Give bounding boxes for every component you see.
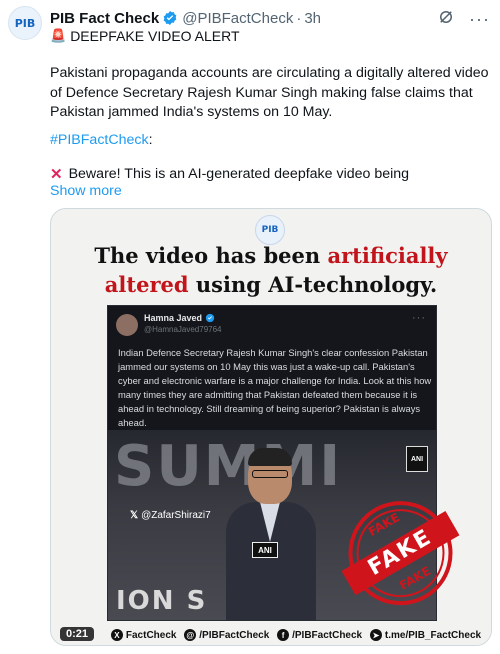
author-name[interactable]: PIB Fact Check	[50, 10, 159, 27]
headline-red-altered: altered	[104, 272, 189, 297]
beware-line: ✕ Beware! This is an AI-generated deepfa…	[50, 165, 409, 183]
speaker-figure	[226, 448, 316, 620]
footer-telegram-label: t.me/PIB_FactCheck	[384, 629, 482, 641]
header-actions: ···	[437, 8, 490, 30]
speaker-hair	[248, 448, 292, 466]
separator-dot: ·	[296, 9, 302, 27]
telegram-icon: ➤	[369, 629, 382, 641]
hashtag-line: #PIBFactCheck:	[50, 132, 153, 148]
x-icon: X	[110, 629, 123, 641]
ani-logo-badge: ANI	[406, 446, 428, 472]
author-handle[interactable]: @PIBFactCheck	[182, 10, 293, 27]
footer-x: X FactCheck	[110, 629, 177, 641]
stage-bottom-text: ION S	[116, 586, 208, 616]
hashtag-colon: :	[148, 132, 153, 148]
show-more-link[interactable]: Show more	[50, 183, 122, 199]
footer-threads: @ /PIBFactCheck	[184, 629, 269, 641]
media-headline: The video has been artificially altered …	[61, 241, 481, 299]
video-media[interactable]: PIB The video has been artificially alte…	[50, 208, 492, 646]
grok-icon[interactable]	[437, 8, 455, 30]
author-avatar[interactable]: PIB	[8, 6, 42, 40]
embedded-post-text: Indian Defence Secretary Rajesh Kumar Si…	[118, 347, 432, 428]
headline-red-artificially: artificially	[327, 243, 448, 268]
footer-facebook: f /PIBFactCheck	[277, 629, 362, 641]
video-timestamp[interactable]: 0:21	[60, 627, 95, 641]
cross-mark-icon: ✕	[50, 166, 63, 183]
siren-icon: 🚨	[50, 28, 67, 43]
media-footer-bar: X FactCheck @ /PIBFactCheck f /PIBFactCh…	[51, 625, 491, 645]
headline-part1: The video has been	[94, 243, 328, 268]
alert-text: DEEPFAKE VIDEO ALERT	[70, 28, 240, 44]
watermark-handle: @ZafarShirazi7	[141, 510, 211, 521]
threads-icon: @	[184, 629, 197, 641]
more-icon[interactable]: ···	[469, 9, 490, 29]
footer-threads-label: /PIBFactCheck	[199, 629, 270, 641]
x-logo-icon: 𝕏	[130, 510, 139, 521]
footer-facebook-label: /PIBFactCheck	[292, 629, 363, 641]
post-body: Pakistani propaganda accounts are circul…	[50, 65, 489, 120]
footer-telegram: ➤ t.me/PIB_FactCheck	[369, 629, 482, 641]
speaker-glasses	[252, 470, 288, 478]
embedded-name-row: Hamna Javed	[144, 313, 215, 323]
embedded-more-icon: ···	[412, 312, 426, 324]
footer-x-label: FactCheck	[125, 629, 177, 641]
facebook-icon: f	[277, 629, 290, 641]
beware-text: Beware! This is an AI-generated deepfake…	[68, 166, 410, 182]
ani-mic-flag: ANI	[252, 542, 278, 558]
hashtag-link[interactable]: #PIBFactCheck	[50, 132, 149, 148]
embedded-handle: @HamnaJaved79764	[144, 325, 222, 334]
embedded-verified-icon	[205, 313, 215, 323]
watermark: 𝕏 @ZafarShirazi7	[130, 510, 211, 521]
avatar-logo-text: PIB	[14, 16, 36, 30]
alert-line: 🚨 DEEPFAKE VIDEO ALERT	[50, 28, 240, 44]
embedded-author-name: Hamna Javed	[144, 313, 203, 323]
embedded-avatar	[116, 314, 138, 336]
post-header: PIB Fact Check @PIBFactCheck · 3h ···	[50, 8, 490, 30]
verified-badge-icon[interactable]	[162, 10, 178, 26]
headline-part2: using AI-technology.	[188, 272, 438, 297]
post-time[interactable]: 3h	[304, 10, 321, 27]
